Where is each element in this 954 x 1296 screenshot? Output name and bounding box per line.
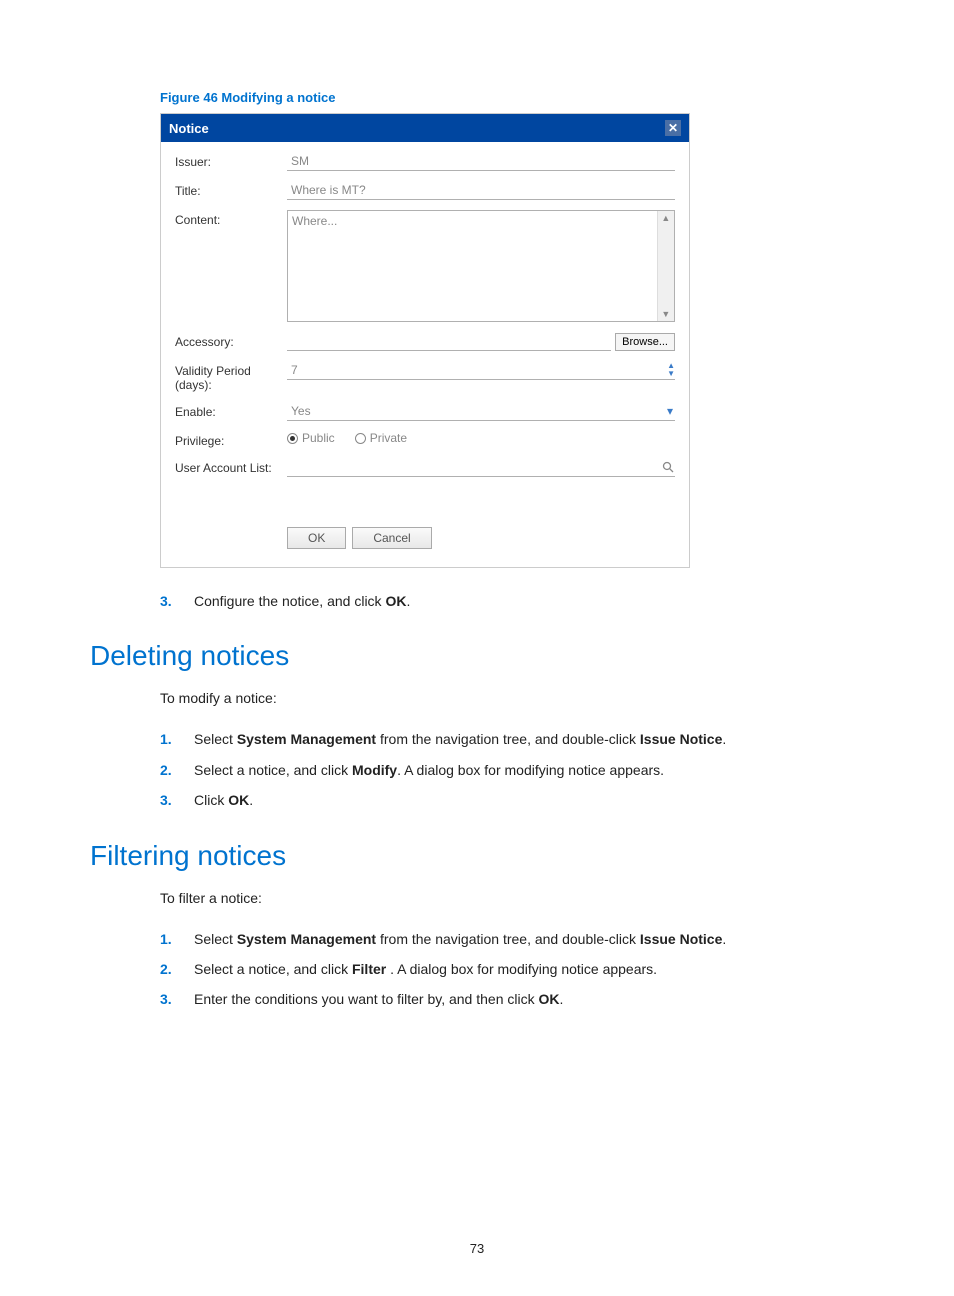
list-item: 2.Select a notice, and click Modify. A d… [160,759,864,781]
list-item: 2.Select a notice, and click Filter . A … [160,958,864,980]
title-label: Title: [175,181,287,198]
scroll-down-icon[interactable]: ▼ [661,309,670,319]
enable-select[interactable]: Yes ▾ [287,402,675,421]
browse-button[interactable]: Browse... [615,333,675,351]
section-intro: To filter a notice: [160,890,864,906]
step-number: 2. [160,958,194,980]
public-radio-label: Public [302,431,335,445]
section-intro: To modify a notice: [160,690,864,706]
accessory-input[interactable] [287,332,611,351]
close-icon[interactable]: ✕ [665,120,681,136]
privilege-private-radio[interactable]: Private [355,431,407,445]
page-number: 73 [470,1241,484,1256]
ok-button[interactable]: OK [287,527,346,549]
list-item: 1.Select System Management from the navi… [160,728,864,750]
list-item: 3.Click OK. [160,789,864,811]
notice-dialog: Notice ✕ Issuer: Title: Content: Where..… [160,113,690,568]
scroll-up-icon[interactable]: ▲ [661,213,670,223]
validity-label: Validity Period (days): [175,361,287,392]
step-number: 1. [160,728,194,750]
content-textarea[interactable]: Where... [288,211,657,321]
stepper-down-icon[interactable]: ▼ [667,370,675,378]
figure-caption: Figure 46 Modifying a notice [160,90,864,105]
delete-steps-list: 1.Select System Management from the navi… [160,728,864,811]
useraccount-label: User Account List: [175,458,287,475]
list-item: 3. Configure the notice, and click OK. [160,590,864,612]
enable-label: Enable: [175,402,287,419]
filter-steps-list: 1.Select System Management from the navi… [160,928,864,1011]
step-number: 3. [160,590,194,612]
issuer-input[interactable] [287,152,675,171]
step-number: 1. [160,928,194,950]
step-number: 3. [160,988,194,1010]
validity-stepper[interactable] [287,361,667,379]
textarea-scrollbar[interactable]: ▲ ▼ [657,211,674,321]
privilege-public-radio[interactable]: Public [287,431,335,445]
enable-value: Yes [287,402,667,420]
dialog-header: Notice ✕ [161,114,689,142]
step-number: 3. [160,789,194,811]
accessory-label: Accessory: [175,332,287,349]
list-item: 3.Enter the conditions you want to filte… [160,988,864,1010]
private-radio-label: Private [370,431,407,445]
step-number: 2. [160,759,194,781]
dialog-body: Issuer: Title: Content: Where... ▲ ▼ [161,142,689,567]
section-heading-delete: Deleting notices [90,640,864,672]
dialog-title: Notice [169,121,209,136]
chevron-down-icon[interactable]: ▾ [667,404,675,418]
search-icon[interactable] [661,460,675,474]
title-input[interactable] [287,181,675,200]
cancel-button[interactable]: Cancel [352,527,431,549]
useraccount-input[interactable] [287,458,661,476]
issuer-label: Issuer: [175,152,287,169]
content-label: Content: [175,210,287,227]
section-heading-filter: Filtering notices [90,840,864,872]
list-item: 1.Select System Management from the navi… [160,928,864,950]
privilege-label: Privilege: [175,431,287,448]
